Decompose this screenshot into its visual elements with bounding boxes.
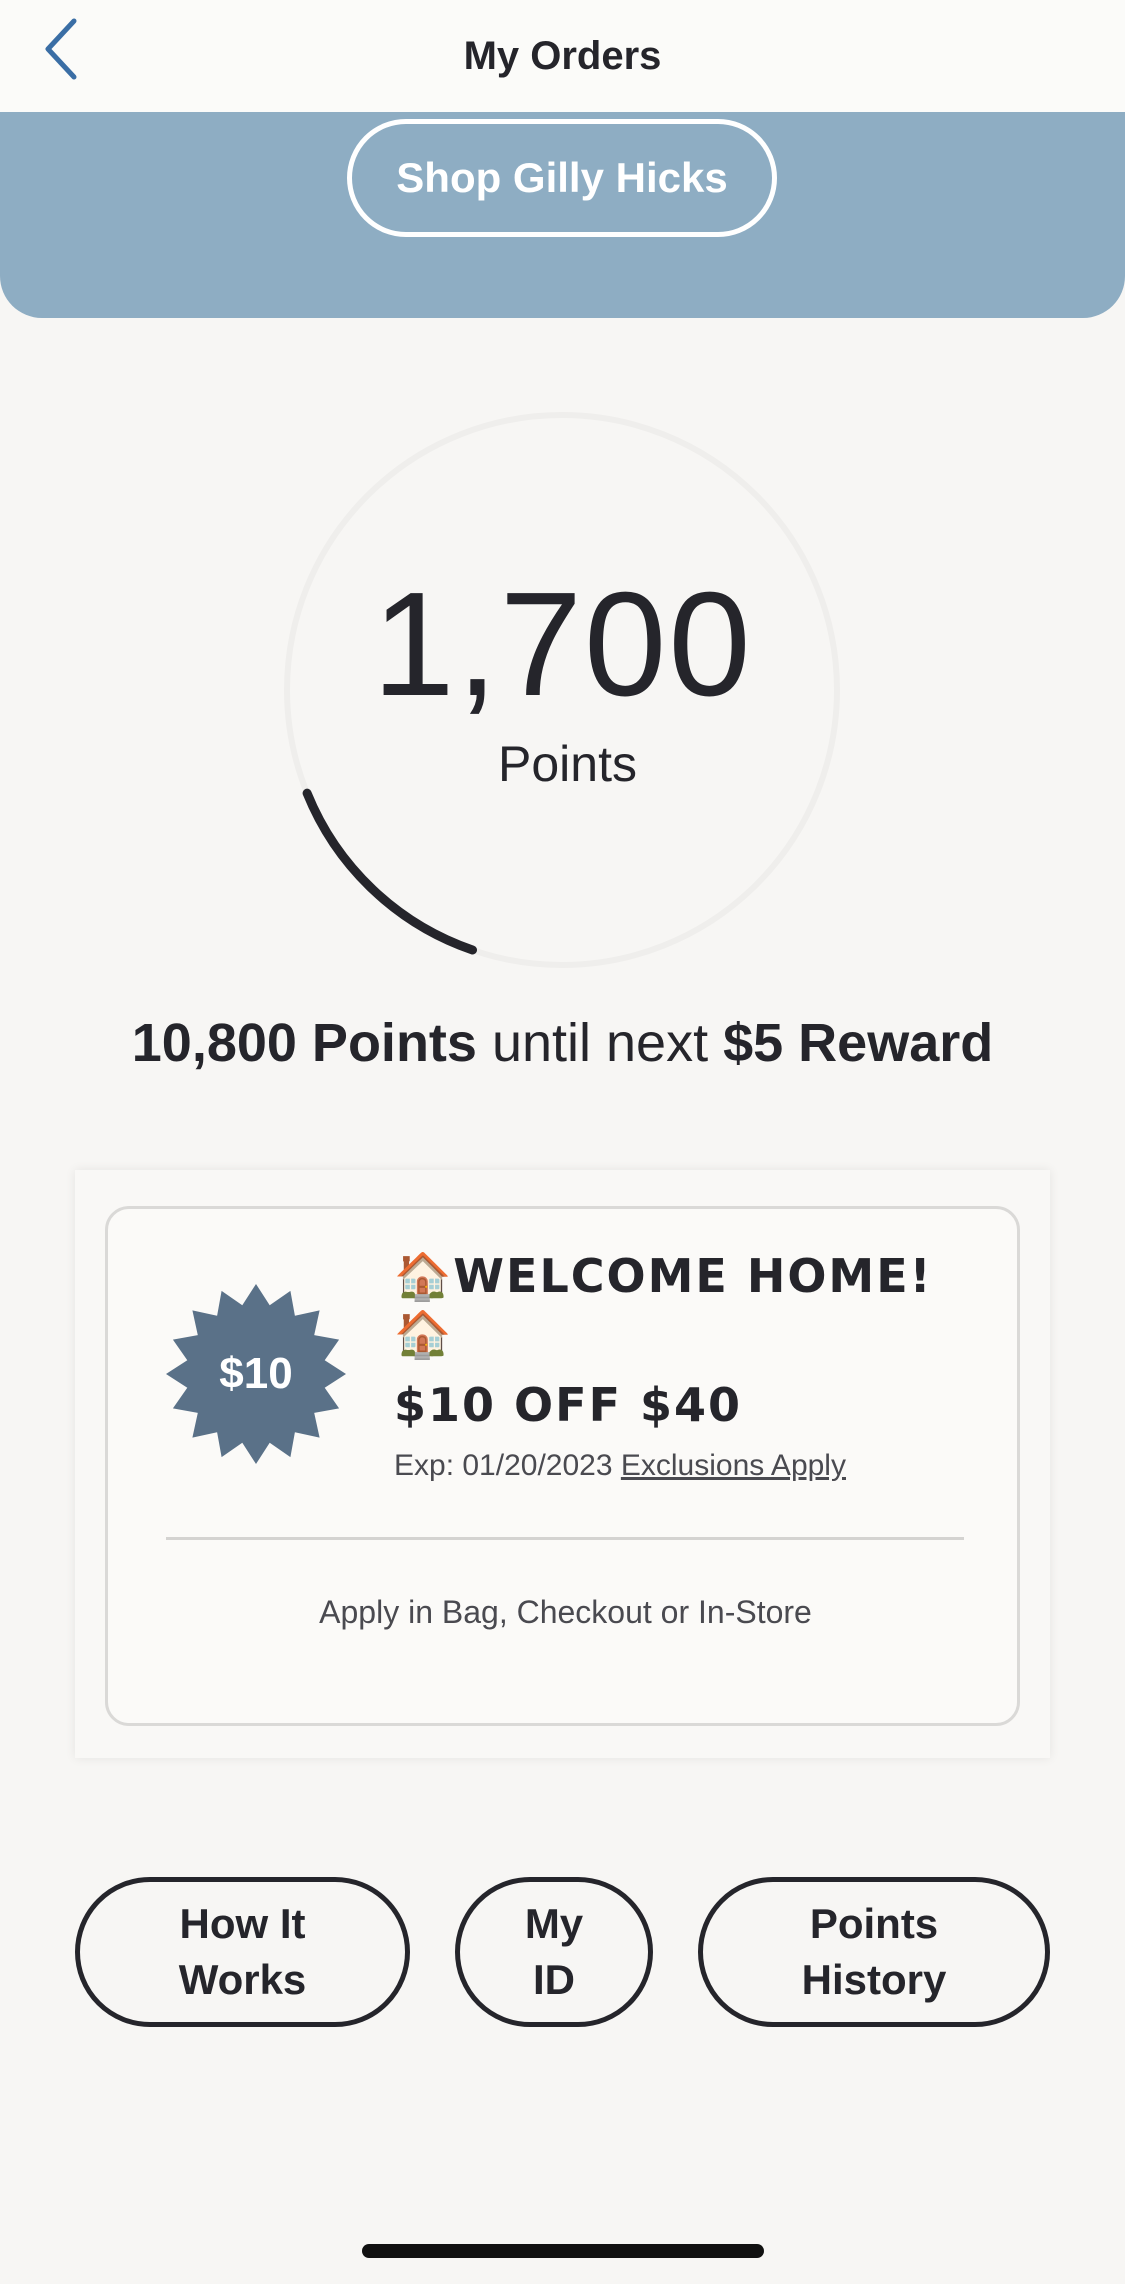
points-needed: 10,800 Points (131, 1013, 477, 1073)
reward-amount: $5 Reward (723, 1013, 994, 1073)
points-progress-ring (284, 412, 840, 968)
my-id-button[interactable]: My ID (455, 1877, 653, 2027)
how-it-works-button[interactable]: How It Works (75, 1877, 410, 2027)
offer-apply-text: Apply in Bag, Checkout or In-Store (319, 1594, 812, 1630)
next-reward-middle: until next (476, 1013, 724, 1073)
home-indicator (362, 2244, 764, 2258)
points-label: Points (498, 736, 637, 792)
offer-card[interactable]: $10 🏠WELCOME HOME! 🏠 $10 OFF $40 Exp: 01… (105, 1206, 1020, 1726)
points-history-button[interactable]: Points History (698, 1877, 1050, 2027)
offer-expiry-date: Exp: 01/20/2023 (394, 1449, 621, 1482)
my-id-label: My ID (524, 1900, 584, 2003)
how-it-works-label: How It Works (178, 1900, 307, 2003)
offer-title: 🏠WELCOME HOME! 🏠 (394, 1249, 933, 1361)
points-value: 1,700 (372, 562, 753, 727)
offer-expiry: Exp: 01/20/2023 Exclusions Apply (394, 1449, 846, 1483)
exclusions-apply-link[interactable]: Exclusions Apply (621, 1449, 846, 1482)
offer-badge-text: $10 (219, 1349, 293, 1398)
points-ring-progress (302, 788, 477, 955)
offer-subtitle: $10 OFF $40 (394, 1378, 743, 1432)
points-history-label: Points History (801, 1900, 947, 2003)
offer-divider (166, 1537, 964, 1540)
offer-card-container: $10 🏠WELCOME HOME! 🏠 $10 OFF $40 Exp: 01… (75, 1170, 1050, 1758)
next-reward-text: 10,800 Points until next $5 Reward (0, 1012, 1125, 1074)
